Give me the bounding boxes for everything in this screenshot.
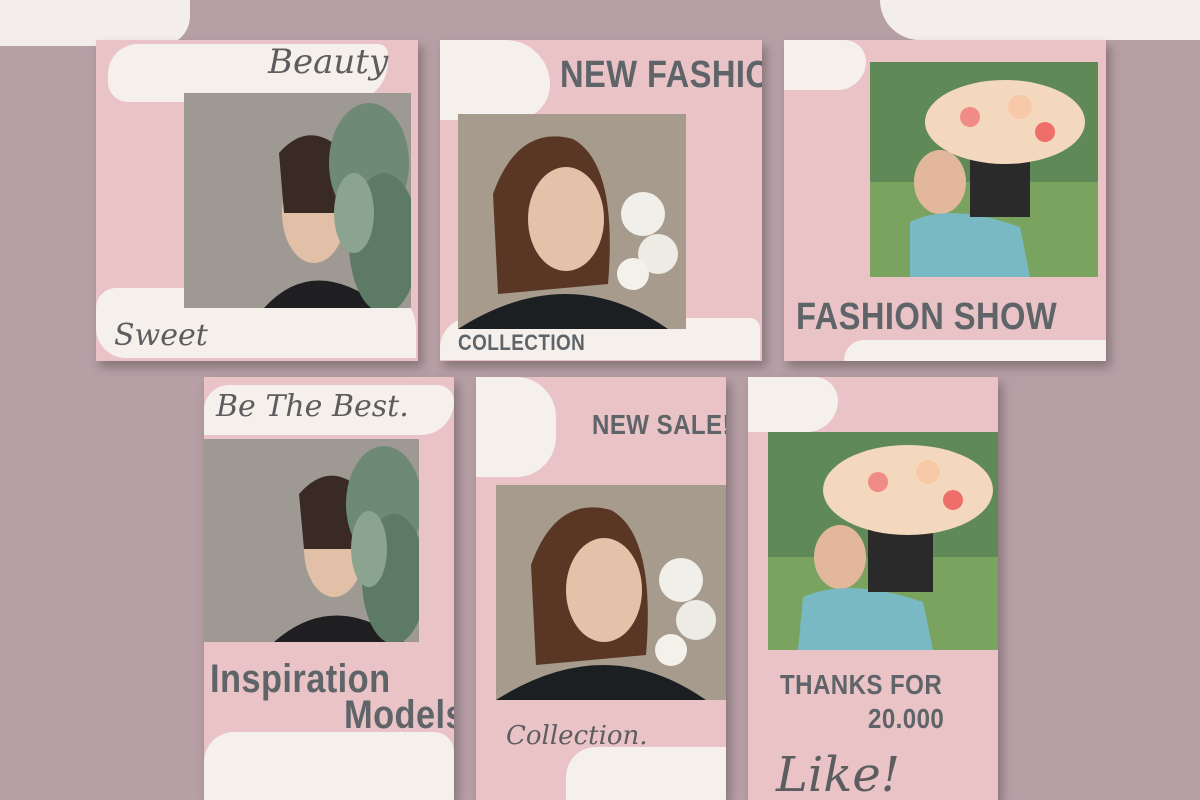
brush-stroke [440,40,550,120]
brush-stroke [476,377,556,477]
text-line-2: 20.000 [868,703,945,734]
card-new-fashion[interactable]: NEW FASHION COLLECTION [440,40,762,361]
bg-brush-right [880,0,1200,40]
card-footer: COLLECTION [458,330,586,355]
script-text: Like! [776,747,901,800]
model-photo [204,439,419,642]
card-footer: Sweet [114,318,208,353]
text-line-1: THANKS FOR [780,669,943,700]
model-photo [768,432,998,650]
card-title: Beauty [268,42,389,82]
brush-stroke [784,40,866,90]
text-line-2: Models [344,693,454,737]
brush-stroke [566,747,726,800]
card-title: NEW FASHION [560,54,762,96]
card-title: FASHION SHOW [796,296,1058,338]
brush-stroke [748,377,838,432]
brush-stroke [844,340,1106,361]
card-be-the-best[interactable]: Be The Best. Inspiration Models [204,377,454,800]
model-photo [458,114,686,329]
card-beauty[interactable]: Beauty Sweet [96,40,418,361]
model-photo [184,93,411,308]
card-new-sale[interactable]: NEW SALE! Collection. [476,377,726,800]
model-photo [870,62,1098,277]
card-title: NEW SALE! [592,409,726,440]
card-thanks[interactable]: THANKS FOR 20.000 Like! [748,377,998,800]
card-title: Be The Best. [216,389,409,424]
model-photo [496,485,726,700]
card-fashion-show[interactable]: FASHION SHOW [784,40,1106,361]
card-footer: Collection. [506,721,648,751]
brush-stroke [204,732,454,800]
